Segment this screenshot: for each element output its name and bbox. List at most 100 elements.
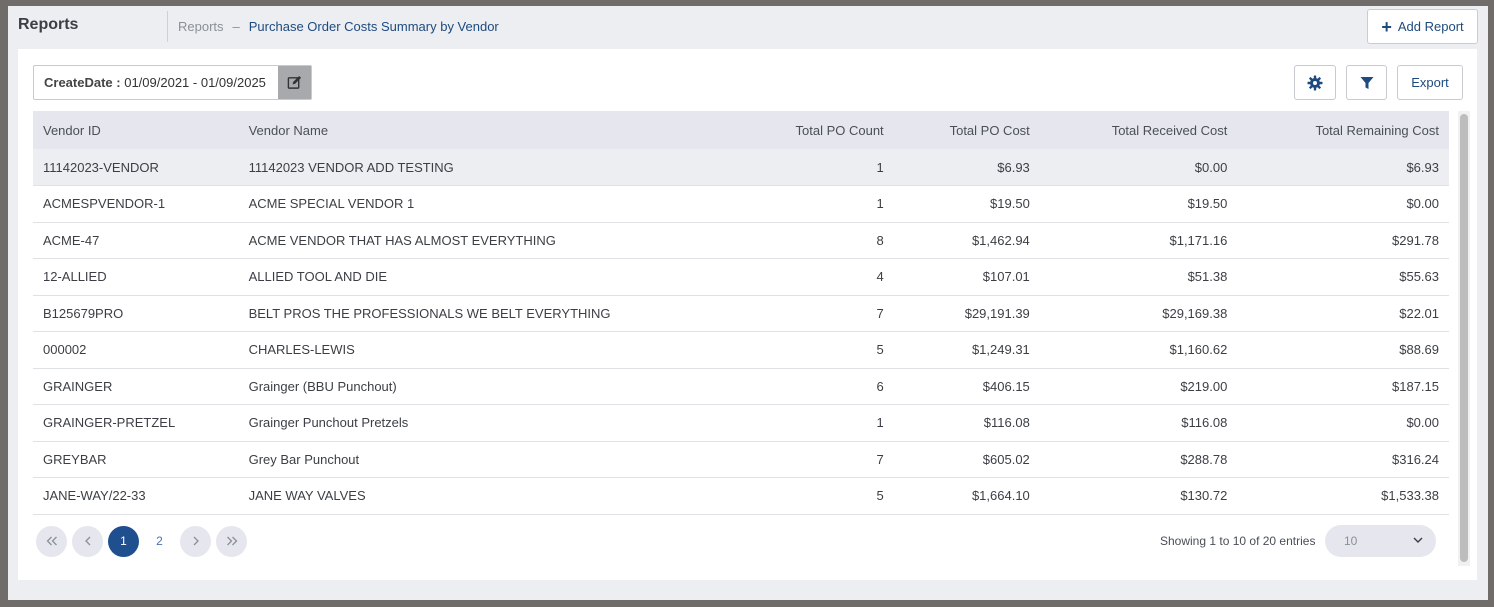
po-count-cell: 5 <box>692 477 894 515</box>
vendor-id-cell: GRAINGER-PRETZEL <box>33 404 239 442</box>
received-cost-cell: $0.00 <box>1039 149 1238 186</box>
date-filter-label: CreateDate : <box>44 75 121 90</box>
next-page-button[interactable] <box>180 525 211 557</box>
date-filter-value: 01/09/2021 - 01/09/2025 <box>124 75 266 90</box>
table-row[interactable]: GRAINGER Grainger (BBU Punchout) 6 $406.… <box>33 368 1449 405</box>
report-card: CreateDate : 01/09/2021 - 01/09/2025 Exp… <box>18 49 1477 580</box>
po-cost-cell: $116.08 <box>893 404 1040 442</box>
po-count-cell: 7 <box>692 295 894 332</box>
edit-icon <box>287 75 302 89</box>
table-row[interactable]: ACME-47 ACME VENDOR THAT HAS ALMOST EVER… <box>33 222 1449 259</box>
add-report-label: Add Report <box>1397 19 1464 34</box>
column-header-total-remaining-cost[interactable]: Total Remaining Cost <box>1237 111 1449 149</box>
table-row[interactable]: B125679PRO BELT PROS THE PROFESSIONALS W… <box>33 295 1449 332</box>
po-cost-cell: $107.01 <box>893 258 1040 296</box>
previous-page-button[interactable] <box>72 525 103 557</box>
double-chevron-right-icon <box>226 536 237 546</box>
filter-button[interactable] <box>1346 65 1387 100</box>
vendor-name-cell: ACME VENDOR THAT HAS ALMOST EVERYTHING <box>238 222 693 259</box>
breadcrumb: Reports – Purchase Order Costs Summary b… <box>178 19 499 34</box>
first-page-button[interactable] <box>36 525 67 557</box>
vendor-name-cell: ACME SPECIAL VENDOR 1 <box>238 185 693 223</box>
table-row[interactable]: JANE-WAY/22-33 JANE WAY VALVES 5 $1,664.… <box>33 477 1449 515</box>
table-row[interactable]: 12-ALLIED ALLIED TOOL AND DIE 4 $107.01 … <box>33 258 1449 296</box>
po-cost-cell: $19.50 <box>893 185 1040 223</box>
page-1-button[interactable]: 1 <box>108 525 139 557</box>
column-header-total-po-count[interactable]: Total PO Count <box>692 111 894 149</box>
table-row[interactable]: 11142023-VENDOR 11142023 VENDOR ADD TEST… <box>33 149 1449 186</box>
top-bar: Reports Reports – Purchase Order Costs S… <box>8 6 1488 49</box>
table-row[interactable]: ACMESPVENDOR-1 ACME SPECIAL VENDOR 1 1 $… <box>33 185 1449 223</box>
vendor-id-cell: B125679PRO <box>33 295 239 332</box>
remaining-cost-cell: $6.93 <box>1237 149 1449 186</box>
po-cost-cell: $605.02 <box>893 441 1040 478</box>
po-count-cell: 4 <box>692 258 894 296</box>
column-header-total-received-cost[interactable]: Total Received Cost <box>1040 111 1238 149</box>
remaining-cost-cell: $1,533.38 <box>1237 477 1449 515</box>
pagination: 1 2 <box>36 525 252 557</box>
received-cost-cell: $219.00 <box>1039 368 1238 405</box>
chevron-down-icon <box>1413 537 1423 543</box>
funnel-icon <box>1360 76 1373 89</box>
column-header-total-po-cost[interactable]: Total PO Cost <box>894 111 1040 149</box>
po-cost-cell: $1,249.31 <box>893 331 1040 369</box>
export-button[interactable]: Export <box>1397 65 1463 100</box>
po-count-cell: 6 <box>692 368 894 405</box>
remaining-cost-cell: $316.24 <box>1237 441 1449 478</box>
vendor-id-cell: ACMESPVENDOR-1 <box>33 185 239 223</box>
date-range-text: CreateDate : 01/09/2021 - 01/09/2025 <box>34 75 279 90</box>
topbar-divider <box>167 11 168 42</box>
remaining-cost-cell: $187.15 <box>1237 368 1449 405</box>
po-cost-cell: $6.93 <box>893 149 1040 186</box>
report-table: Vendor ID Vendor Name Total PO Count Tot… <box>33 111 1449 515</box>
page-size-value: 10 <box>1344 534 1358 548</box>
po-cost-cell: $1,462.94 <box>893 222 1040 259</box>
vendor-name-cell: Grey Bar Punchout <box>238 441 693 478</box>
table-row[interactable]: GREYBAR Grey Bar Punchout 7 $605.02 $288… <box>33 441 1449 478</box>
po-cost-cell: $29,191.39 <box>893 295 1040 332</box>
double-chevron-left-icon <box>46 536 57 546</box>
remaining-cost-cell: $22.01 <box>1237 295 1449 332</box>
chevron-left-icon <box>84 536 90 546</box>
settings-button[interactable] <box>1294 65 1336 100</box>
po-count-cell: 8 <box>692 222 894 259</box>
po-count-cell: 5 <box>692 331 894 369</box>
remaining-cost-cell: $55.63 <box>1237 258 1449 296</box>
received-cost-cell: $51.38 <box>1039 258 1238 296</box>
vendor-name-cell: Grainger (BBU Punchout) <box>238 368 693 405</box>
table-scrollbar[interactable] <box>1458 111 1470 566</box>
remaining-cost-cell: $88.69 <box>1237 331 1449 369</box>
remaining-cost-cell: $0.00 <box>1237 404 1449 442</box>
scrollbar-thumb[interactable] <box>1460 114 1468 562</box>
page-size-select[interactable]: 10 <box>1325 525 1436 557</box>
vendor-name-cell: JANE WAY VALVES <box>238 477 693 515</box>
column-header-vendor-id[interactable]: Vendor ID <box>33 111 239 149</box>
vendor-id-cell: GREYBAR <box>33 441 239 478</box>
vendor-id-cell: ACME-47 <box>33 222 239 259</box>
remaining-cost-cell: $0.00 <box>1237 185 1449 223</box>
vendor-id-cell: 11142023-VENDOR <box>33 149 239 186</box>
breadcrumb-current-page: Purchase Order Costs Summary by Vendor <box>248 19 499 34</box>
breadcrumb-separator: – <box>232 19 240 34</box>
report-table-container: Vendor ID Vendor Name Total PO Count Tot… <box>33 111 1449 516</box>
vendor-id-cell: 000002 <box>33 331 239 369</box>
edit-date-button[interactable] <box>278 66 311 99</box>
breadcrumb-reports-link[interactable]: Reports <box>178 19 224 34</box>
po-count-cell: 7 <box>692 441 894 478</box>
po-cost-cell: $406.15 <box>893 368 1040 405</box>
page-2-button[interactable]: 2 <box>144 526 175 557</box>
date-range-filter[interactable]: CreateDate : 01/09/2021 - 01/09/2025 <box>33 65 312 100</box>
table-row[interactable]: GRAINGER-PRETZEL Grainger Punchout Pretz… <box>33 404 1449 442</box>
add-report-button[interactable]: + Add Report <box>1367 9 1478 44</box>
received-cost-cell: $288.78 <box>1039 441 1238 478</box>
column-header-vendor-name[interactable]: Vendor Name <box>239 111 693 149</box>
remaining-cost-cell: $291.78 <box>1237 222 1449 259</box>
vendor-name-cell: ALLIED TOOL AND DIE <box>238 258 693 296</box>
vendor-name-cell: BELT PROS THE PROFESSIONALS WE BELT EVER… <box>238 295 693 332</box>
vendor-name-cell: CHARLES-LEWIS <box>238 331 693 369</box>
po-count-cell: 1 <box>692 149 894 186</box>
table-row[interactable]: 000002 CHARLES-LEWIS 5 $1,249.31 $1,160.… <box>33 331 1449 369</box>
vendor-id-cell: 12-ALLIED <box>33 258 239 296</box>
plus-icon: + <box>1381 16 1392 37</box>
last-page-button[interactable] <box>216 525 247 557</box>
